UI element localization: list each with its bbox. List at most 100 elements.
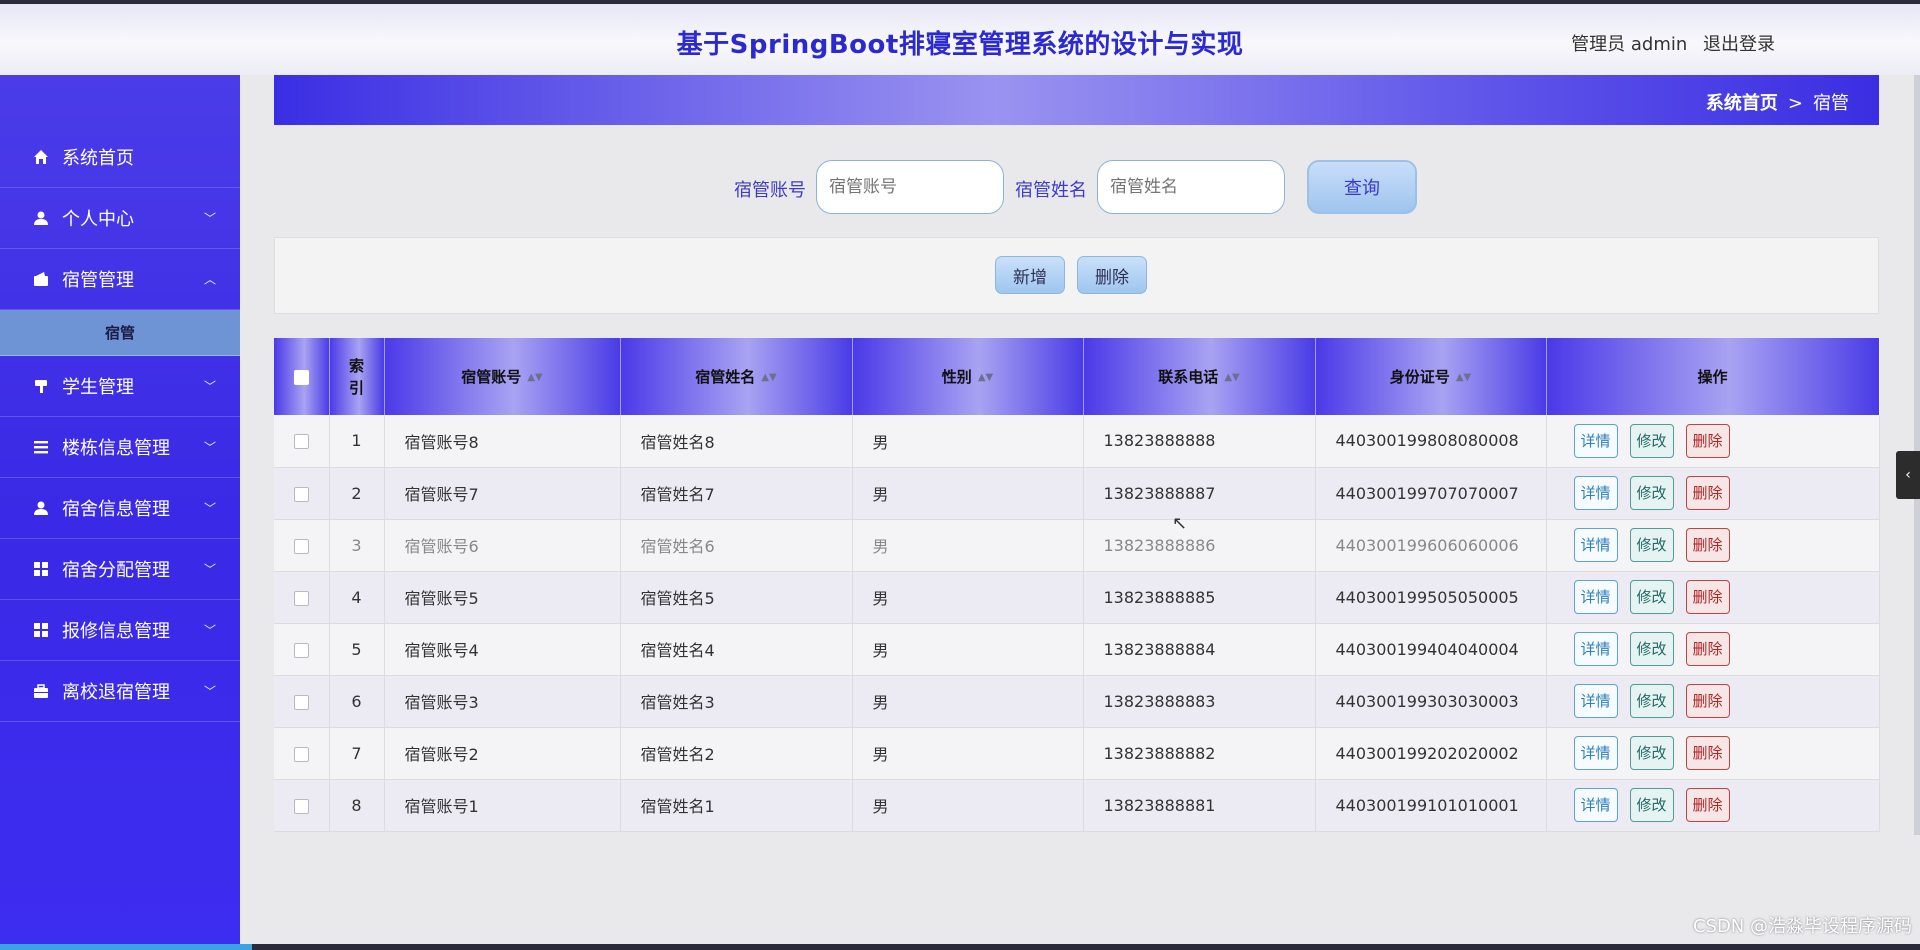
edit-button[interactable]: 修改 [1629,684,1674,718]
edit-button[interactable]: 修改 [1629,736,1674,770]
edit-button[interactable]: 修改 [1629,788,1674,822]
delete-button[interactable]: 删除 [1685,423,1730,458]
data-table: 索引 宿管账号 ▲▼ 宿管姓名 ▲▼ 性别 ▲▼ 联系电话 ▲▼ 身份证号 ▲▼ 操作 1… [274,338,1880,832]
cell-actions: 详情 修改 删除 [1546,519,1880,572]
cell-account: 宿管账号8 [384,415,621,468]
row-checkbox[interactable] [293,746,309,762]
breadcrumb-separator: > [1787,93,1803,114]
detail-button[interactable]: 详情 [1573,736,1618,770]
delete-button[interactable]: 删除 [1685,580,1730,614]
chevron-down-icon: ﹀ [203,379,216,394]
column-header-gender[interactable]: 性别 ▲▼ [852,338,1084,415]
row-checkbox[interactable] [293,642,309,658]
delete-button[interactable]: 删除 [1685,476,1730,510]
table-row[interactable]: 7 宿管账号2 宿管姓名2 男 13823888882 44030019920202000… [274,727,1880,780]
table-row[interactable]: 6 宿管账号3 宿管姓名3 男 13823888883 44030019930303000… [274,675,1880,728]
delete-button[interactable]: 删除 [1685,632,1730,666]
detail-button[interactable]: 详情 [1573,788,1618,822]
sort-icon[interactable]: ▲▼ [527,372,542,383]
cell-account: 宿管账号6 [384,519,621,572]
add-button[interactable]: 新增 [995,256,1065,294]
sidebar-item-2[interactable]: 宿管管理 ︿ [0,249,240,310]
chevron-down-icon: ﹀ [203,501,216,516]
column-header-account[interactable]: 宿管账号 ▲▼ [384,338,621,415]
cell-actions: 详情 修改 删除 [1546,779,1880,832]
row-select-cell[interactable] [274,467,330,520]
row-select-cell[interactable] [274,415,330,468]
detail-button[interactable]: 详情 [1573,528,1618,562]
sidebar-item-4[interactable]: 楼栋信息管理 ﹀ [0,417,240,478]
query-button[interactable]: 查询 [1307,160,1417,214]
sidebar-item-5[interactable]: 宿舍信息管理 ﹀ [0,478,240,539]
cell-phone: 13823888888 [1083,415,1316,468]
delete-button[interactable]: 删除 [1685,684,1730,718]
row-checkbox[interactable] [293,590,309,606]
chevron-up-icon: ︿ [203,272,216,287]
logout-link[interactable]: 退出登录 [1703,34,1775,55]
edit-button[interactable]: 修改 [1629,580,1674,614]
row-checkbox[interactable] [293,434,309,450]
action-toolbar: 新增 删除 [274,237,1879,314]
row-select-cell[interactable] [274,623,330,676]
sidebar-item-label: 报修信息管理 [62,621,170,642]
batch-delete-button[interactable]: 删除 [1077,256,1147,294]
chevron-down-icon: ﹀ [203,623,216,638]
select-all-checkbox[interactable] [293,369,309,385]
name-search-input[interactable] [1097,160,1285,214]
cell-index: 6 [329,675,385,728]
row-checkbox[interactable] [293,798,309,814]
table-row[interactable]: 8 宿管账号1 宿管姓名1 男 13823888881 44030019910101000… [274,779,1880,832]
row-select-cell[interactable] [274,727,330,780]
cell-account: 宿管账号1 [384,779,621,832]
delete-button[interactable]: 删除 [1685,788,1730,822]
select-all-header[interactable] [274,338,330,415]
sidebar-subitem-2-0[interactable]: 宿管 [0,310,240,356]
delete-button[interactable]: 删除 [1685,736,1730,770]
table-row[interactable]: 2 宿管账号7 宿管姓名7 男 13823888887 44030019970707000… [274,467,1880,520]
account-search-input[interactable] [816,160,1004,214]
edit-button[interactable]: 修改 [1629,632,1674,666]
row-checkbox[interactable] [293,538,309,554]
sidebar-item-8[interactable]: 离校退宿管理 ﹀ [0,661,240,722]
table-row[interactable]: 4 宿管账号5 宿管姓名5 男 13823888885 44030019950505000… [274,571,1880,624]
row-checkbox[interactable] [293,486,309,502]
delete-button[interactable]: 删除 [1685,528,1730,562]
edit-button[interactable]: 修改 [1629,528,1674,562]
sort-icon[interactable]: ▲▼ [1456,372,1471,383]
sidebar-menu: 系统首页 个人中心 ﹀ 宿管管理 ︿ 宿管 学生管理 ﹀ 楼栋信息管理 ﹀ 宿舍信息管理 ﹀ 宿舍分配管… [0,127,240,722]
detail-button[interactable]: 详情 [1573,476,1618,510]
horizontal-scrollbar[interactable] [0,944,1920,950]
column-header-id-card[interactable]: 身份证号 ▲▼ [1315,338,1547,415]
row-select-cell[interactable] [274,779,330,832]
detail-button[interactable]: 详情 [1573,423,1618,458]
row-checkbox[interactable] [293,694,309,710]
cell-id-card: 440300199202020002 [1315,727,1547,780]
cell-id-card: 440300199808080008 [1315,415,1547,468]
top-header: 基于SpringBoot排寝室管理系统的设计与实现 管理员 admin 退出登录 [0,0,1920,75]
edit-button[interactable]: 修改 [1629,476,1674,510]
detail-button[interactable]: 详情 [1573,580,1618,614]
cell-phone: 13823888886 [1083,519,1316,572]
list-icon [32,438,50,456]
sidebar-item-7[interactable]: 报修信息管理 ﹀ [0,600,240,661]
sort-icon[interactable]: ▲▼ [1224,372,1239,383]
sidebar-item-6[interactable]: 宿舍分配管理 ﹀ [0,539,240,600]
column-header-phone[interactable]: 联系电话 ▲▼ [1083,338,1316,415]
row-select-cell[interactable] [274,519,330,572]
sort-icon[interactable]: ▲▼ [761,372,776,383]
table-body: 1 宿管账号8 宿管姓名8 男 13823888888 44030019980808000… [274,415,1880,832]
sort-icon[interactable]: ▲▼ [978,372,993,383]
table-row[interactable]: 1 宿管账号8 宿管姓名8 男 13823888888 44030019980808000… [274,415,1880,468]
breadcrumb-home[interactable]: 系统首页 [1706,93,1778,114]
row-select-cell[interactable] [274,571,330,624]
table-row[interactable]: 3 宿管账号6 宿管姓名6 男 13823888886 44030019960606000… [274,519,1880,572]
detail-button[interactable]: 详情 [1573,632,1618,666]
edit-button[interactable]: 修改 [1629,423,1674,458]
table-row[interactable]: 5 宿管账号4 宿管姓名4 男 13823888884 44030019940404000… [274,623,1880,676]
side-panel-toggle[interactable]: ‹ [1896,451,1920,499]
detail-button[interactable]: 详情 [1573,684,1618,718]
cell-name: 宿管姓名3 [620,675,853,728]
column-header-name[interactable]: 宿管姓名 ▲▼ [620,338,853,415]
row-select-cell[interactable] [274,675,330,728]
sidebar-item-3[interactable]: 学生管理 ﹀ [0,356,240,417]
